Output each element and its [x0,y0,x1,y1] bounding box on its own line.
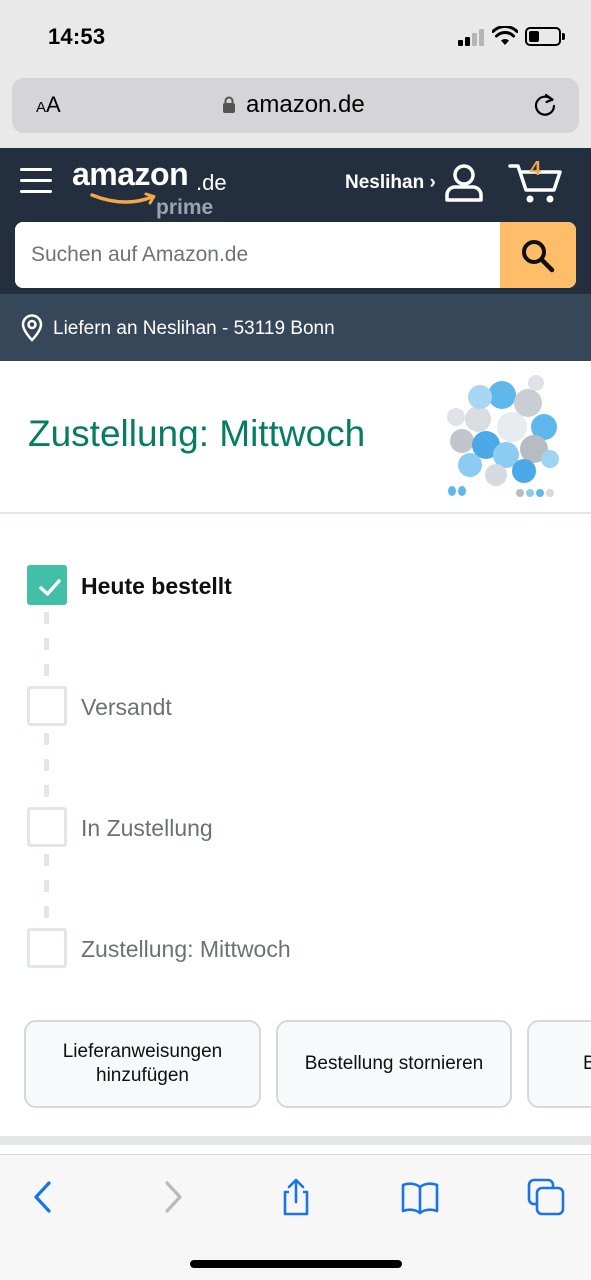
more-action-button[interactable]: B [527,1020,591,1108]
product-image[interactable] [440,369,566,499]
cellular-signal-icon [458,28,486,46]
search-bar [15,222,576,288]
cancel-order-button[interactable]: Bestellung stornieren [276,1020,512,1108]
location-pin-icon [21,314,43,342]
browser-address-area: AA amazon.de [0,74,591,148]
text-size-button[interactable]: AA [36,92,61,118]
step-label: Heute bestellt [81,573,232,599]
deliver-to-text: Liefern an Neslihan - 53119 Bonn [53,318,335,339]
checkmark-icon [39,579,61,596]
tracker-dash [44,880,49,892]
add-delivery-instructions-button[interactable]: Lieferanweisungen hinzufügen [24,1020,261,1108]
tabs-icon[interactable] [526,1177,566,1217]
step-label: In Zustellung [81,815,213,841]
status-bar: 14:53 [0,0,591,74]
address-bar[interactable]: AA amazon.de [12,78,579,133]
step-checkbox [27,686,67,726]
tracker-dash [44,638,49,650]
deliver-to-bar[interactable]: Liefern an Neslihan - 53119 Bonn [0,294,591,361]
tracker-dash [44,612,49,624]
user-icon[interactable] [443,162,485,202]
browser-toolbar [0,1154,591,1280]
amazon-smile-icon [90,192,156,205]
section-divider [0,1136,591,1145]
tracker-dash [44,664,49,676]
step-label: Zustellung: Mittwoch [81,936,291,962]
amazon-header: amazon .de prime Neslihan › 4 [0,148,591,294]
tracker-dash [44,759,49,771]
chevron-right-icon[interactable] [152,1177,192,1217]
tracker-dash [44,785,49,797]
search-input[interactable] [15,222,501,288]
search-button[interactable] [500,222,576,288]
step-checkbox [27,928,67,968]
hamburger-icon[interactable] [20,166,52,194]
url-text: amazon.de [246,91,365,118]
step-checkbox [27,565,67,605]
tracker-step-shipped: Versandt [0,686,591,728]
search-icon [522,240,555,273]
share-icon[interactable] [276,1177,316,1217]
delivery-title: Zustellung: Mittwoch [28,413,366,454]
wifi-icon [492,26,518,45]
tracker-dash [44,906,49,918]
tracker-step-ordered: Heute bestellt [0,565,591,607]
order-actions: Lieferanweisungen hinzufügen Bestellung … [0,1020,591,1110]
status-time: 14:53 [48,24,106,49]
step-label: Versandt [81,694,172,720]
tracker-step-out-for-delivery: In Zustellung [0,807,591,849]
reload-icon[interactable] [532,92,558,118]
delivery-header: Zustellung: Mittwoch [0,361,591,514]
tracker-dash [44,854,49,866]
book-icon[interactable] [400,1177,440,1217]
tracker-dash [44,733,49,745]
tracker-step-delivered: Zustellung: Mittwoch [0,928,591,970]
account-link[interactable]: Neslihan › [345,172,436,194]
battery-icon [525,27,565,46]
step-checkbox [27,807,67,847]
home-indicator[interactable] [190,1260,402,1268]
chevron-left-icon[interactable] [24,1177,64,1217]
cart-count-badge: 4 [530,158,542,180]
battery-level [529,31,539,42]
amazon-logo[interactable]: amazon .de prime [72,156,232,219]
delivery-tracker: Heute bestellt Versandt In Zustellung Zu… [0,514,591,1014]
lock-icon [223,96,235,113]
